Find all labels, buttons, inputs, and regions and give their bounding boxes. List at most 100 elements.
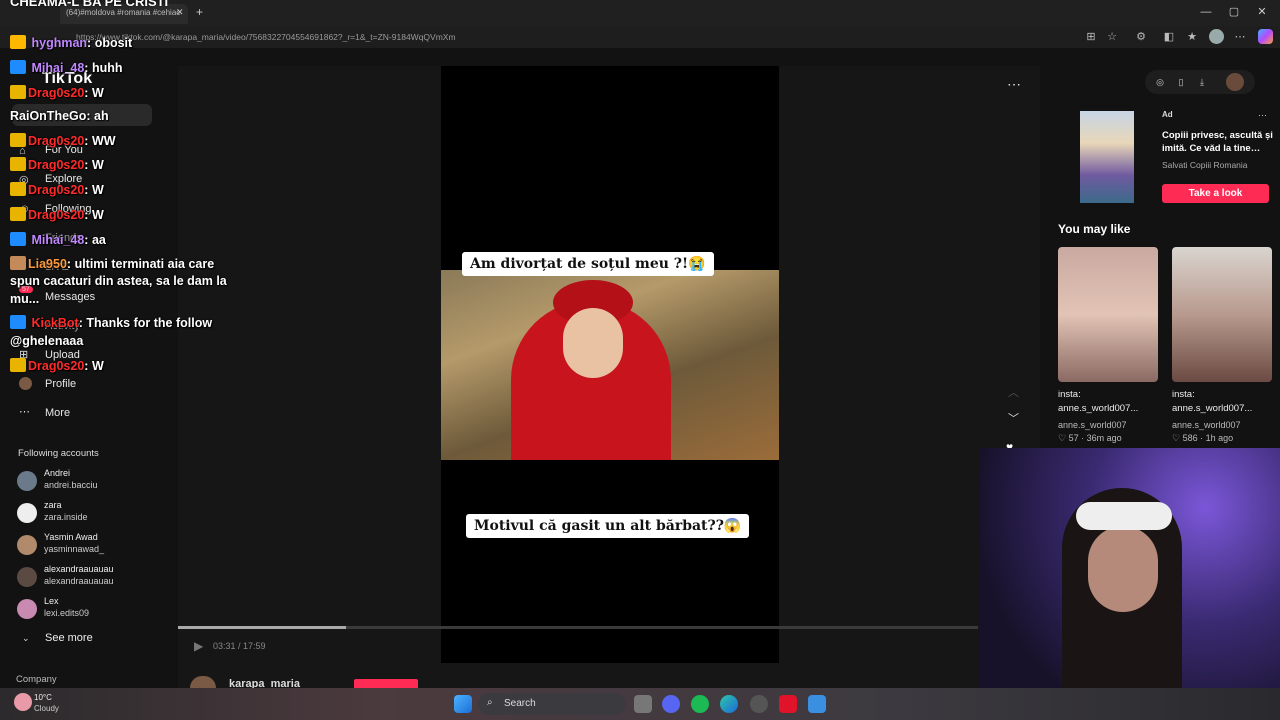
copilot-icon[interactable] [1258, 29, 1273, 44]
avatar [17, 567, 37, 587]
caption-bottom: Motivul că gasit un alt bărbat??😱 [466, 514, 750, 538]
minimize-icon[interactable]: — [1196, 4, 1216, 20]
see-more-link[interactable]: See more [45, 632, 93, 644]
chat-message: Drag0s20: W [10, 157, 104, 172]
app-window-icon[interactable] [808, 695, 826, 713]
account-handle: yasminnawad_ [44, 544, 105, 554]
rec-author[interactable]: anne.s_world007 [1058, 420, 1127, 430]
phone-icon[interactable]: ▯ [1173, 74, 1189, 90]
weather-desc[interactable]: Cloudy [34, 704, 59, 713]
account-item[interactable]: alexandraauauau alexandraauauau [17, 564, 167, 592]
edge-icon[interactable] [720, 695, 738, 713]
rec-title[interactable]: insta: anne.s_world007... [1172, 388, 1277, 416]
chat-message: hyghman: obosit [10, 35, 132, 50]
crown-icon [10, 207, 26, 221]
account-name: Lex [44, 596, 59, 606]
crown-icon [10, 133, 26, 147]
maximize-icon[interactable]: ▢ [1224, 4, 1244, 20]
chat-message: Drag0s20: W [10, 358, 104, 373]
chat-message: Lia950: ultimi terminati aia care [10, 256, 214, 271]
chat-message: @ghelenaaa [10, 334, 84, 348]
account-item[interactable]: zara zara.inside [17, 500, 167, 528]
discord-icon[interactable] [662, 695, 680, 713]
account-handle: andrei.bacciu [44, 480, 98, 490]
streamer-face [1088, 526, 1158, 612]
chat-message: Mihai_48: aa [10, 232, 106, 247]
crown-icon [10, 358, 26, 372]
avatar [17, 535, 37, 555]
favorite-star-icon[interactable]: ☆ [1105, 30, 1119, 44]
chat-message: mu... [10, 292, 40, 306]
chat-message: spun cacaturi din astea, sa le dam la [10, 274, 227, 288]
recommended-video-thumb[interactable] [1058, 247, 1158, 382]
taskbar-search[interactable]: Search [478, 693, 626, 715]
app-icon[interactable] [779, 695, 797, 713]
account-name: Andrei [44, 468, 71, 478]
ad-more-icon[interactable]: ⋯ [1258, 110, 1267, 121]
profile-avatar[interactable] [1209, 29, 1224, 44]
crown-icon [10, 157, 26, 171]
extension-icon[interactable]: ⚙ [1134, 30, 1148, 44]
ad-thumbnail[interactable] [1080, 111, 1134, 203]
user-avatar[interactable] [1226, 73, 1244, 91]
heart-outline-icon: ♡ [1058, 433, 1067, 443]
rec-author[interactable]: anne.s_world007 [1172, 420, 1241, 430]
close-window-icon[interactable]: ✕ [1252, 4, 1272, 20]
chat-message: Mihai_48: huhh [10, 60, 122, 75]
following-accounts-title: Following accounts [18, 448, 99, 459]
account-item[interactable]: Andrei andrei.bacciu [17, 468, 167, 496]
ad-sponsor: Salvati Copiii Romania [1162, 160, 1248, 170]
spotify-icon[interactable] [691, 695, 709, 713]
caption-top: Am divorțat de soțul meu ?!😭 [462, 252, 714, 276]
chevron-down-icon: ⌄ [22, 633, 30, 643]
ad-tag: Ad [1162, 110, 1173, 119]
badge-icon [10, 315, 26, 329]
download-icon[interactable]: ⤓ [1194, 74, 1210, 90]
badge-icon [10, 232, 26, 246]
chevron-up-icon[interactable]: ︿ [1008, 384, 1019, 400]
nav-more[interactable]: More [45, 407, 70, 419]
company-link[interactable]: Company [16, 674, 57, 685]
progress-fill [178, 626, 346, 629]
coin-icon[interactable]: ◎ [1152, 74, 1168, 90]
chat-message: RaiOnTheGo: ah [10, 109, 109, 123]
crown-icon [10, 182, 26, 196]
crown-icon [10, 85, 26, 99]
stream-chat-overlay: hyghman: obosit Mihai_48: huhh Drag0s20:… [10, 0, 280, 380]
weather-temp[interactable]: 10°C [34, 693, 52, 702]
account-handle: zara.inside [44, 512, 88, 522]
more-options-icon[interactable]: ⋯ [1007, 76, 1021, 93]
take-a-look-button[interactable]: Take a look [1162, 184, 1269, 203]
chevron-down-nav-icon[interactable]: ﹀ [1008, 410, 1019, 426]
rec-age: 36m ago [1086, 433, 1122, 443]
windows-start-icon[interactable] [454, 695, 472, 713]
you-may-like-title: You may like [1058, 222, 1131, 236]
rec-likes: 586 [1182, 433, 1198, 443]
heart-outline-icon: ♡ [1172, 433, 1181, 443]
task-view-icon[interactable] [634, 695, 652, 713]
badge-icon [10, 60, 26, 74]
account-item[interactable]: Yasmin Awad yasminnawad_ [17, 532, 167, 560]
favorites-icon[interactable]: ★ [1185, 30, 1199, 44]
account-handle: alexandraauauau [44, 576, 114, 586]
split-screen-icon[interactable]: ◧ [1162, 30, 1176, 44]
recommended-video-thumb[interactable] [1172, 247, 1272, 382]
more-icon: ⋯ [19, 406, 30, 418]
avatar [17, 503, 37, 523]
rec-likes: 57 [1068, 433, 1079, 443]
reader-icon[interactable]: ⊞ [1084, 30, 1098, 44]
rec-title[interactable]: insta: anne.s_world007... [1058, 388, 1163, 416]
avatar [17, 599, 37, 619]
menu-dots-icon[interactable]: ⋯ [1233, 30, 1247, 44]
chat-message: Drag0s20: W [10, 85, 104, 100]
chat-message: KickBot: Thanks for the follow [10, 315, 212, 330]
badge-icon [10, 35, 26, 49]
weather-icon[interactable] [14, 693, 32, 711]
rec-stats: ♡ 57 · 36m ago [1058, 433, 1122, 443]
follow-button[interactable] [354, 679, 418, 688]
obs-icon[interactable] [750, 695, 768, 713]
account-item[interactable]: Lex lexi.edits09 [17, 596, 167, 624]
face [563, 308, 623, 378]
timecode: 03:31 / 17:59 [213, 641, 266, 651]
play-icon[interactable]: ▶ [194, 639, 203, 653]
